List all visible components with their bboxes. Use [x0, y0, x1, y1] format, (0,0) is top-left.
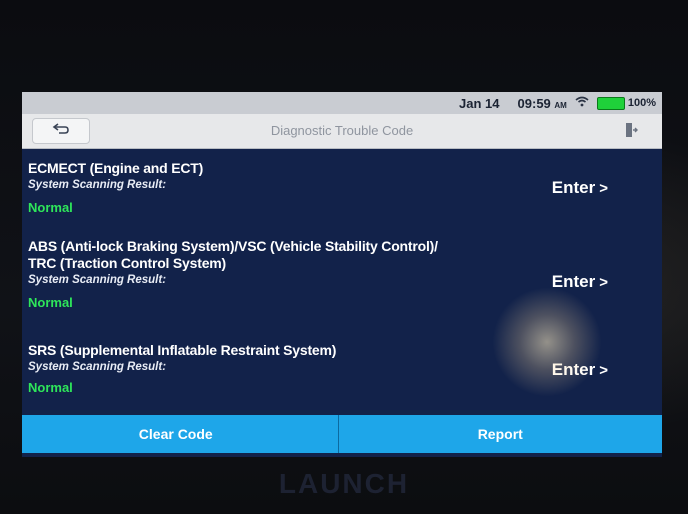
- battery-indicator: 100%: [596, 96, 656, 110]
- system-row-ecmect: ECMECT (Engine and ECT) System Scanning …: [28, 160, 648, 217]
- footer-action-bar: Clear Code Report: [22, 415, 662, 453]
- brand-logo: LAUNCH: [278, 468, 410, 499]
- device-screen: Jan 14 09:59 AM 100% Diagnostic Trouble …: [22, 92, 662, 457]
- status-bar: Jan 14 09:59 AM 100%: [22, 92, 662, 114]
- system-name: SRS (Supplemental Inflatable Restraint S…: [28, 342, 337, 358]
- system-row-srs: SRS (Supplemental Inflatable Restraint S…: [28, 342, 648, 397]
- scan-status: Normal: [28, 200, 73, 215]
- enter-button[interactable]: Enter >: [552, 178, 608, 198]
- enter-button[interactable]: Enter >: [552, 272, 608, 292]
- exit-icon: [624, 122, 638, 141]
- status-time: 09:59 AM: [517, 95, 567, 111]
- system-row-abs: ABS (Anti-lock Braking System)/VSC (Vehi…: [28, 238, 648, 312]
- wifi-icon: [575, 96, 589, 110]
- clear-code-button[interactable]: Clear Code: [22, 415, 338, 453]
- back-arrow-icon: [52, 122, 70, 141]
- chevron-right-icon: >: [599, 274, 608, 291]
- title-bar: Diagnostic Trouble Code: [22, 114, 662, 149]
- system-name: ECMECT (Engine and ECT): [28, 160, 204, 176]
- enter-button[interactable]: Enter >: [552, 360, 608, 380]
- exit-button[interactable]: [620, 120, 642, 142]
- scan-status: Normal: [28, 380, 73, 395]
- back-button[interactable]: [32, 118, 90, 144]
- scan-status: Normal: [28, 295, 73, 310]
- chevron-right-icon: >: [599, 180, 608, 197]
- battery-icon: [596, 96, 625, 110]
- status-ampm: AM: [554, 100, 567, 110]
- system-name-line-2: TRC (Traction Control System): [28, 255, 226, 271]
- chevron-right-icon: >: [599, 362, 608, 379]
- battery-percent: 100%: [627, 97, 656, 109]
- status-date: Jan 14: [459, 95, 500, 111]
- report-button[interactable]: Report: [337, 415, 663, 453]
- page-title: Diagnostic Trouble Code: [270, 123, 414, 138]
- system-name-line-1: ABS (Anti-lock Braking System)/VSC (Vehi…: [28, 238, 438, 254]
